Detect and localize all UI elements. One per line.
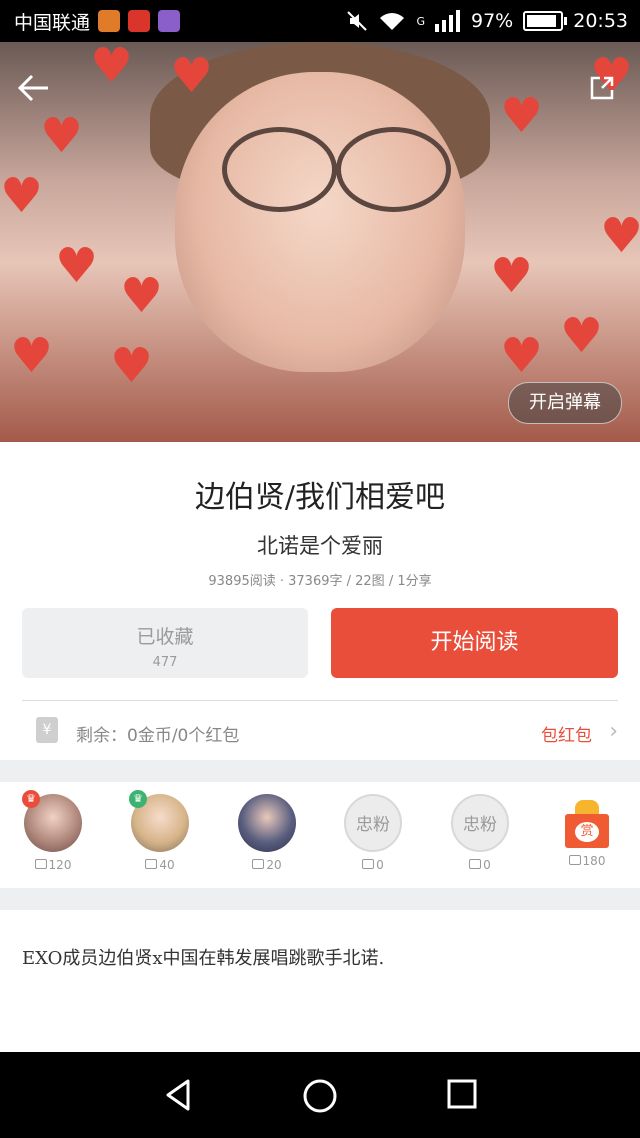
crown-icon: ♛	[22, 790, 40, 808]
collect-label: 已收藏	[136, 626, 194, 648]
section-gap	[0, 888, 640, 910]
reward-item[interactable]: 赏 180	[556, 794, 618, 868]
fans-row: ♛ 120 ♛ 40 20 忠粉 0 忠粉 0 赏 180	[0, 782, 640, 888]
mute-icon	[347, 11, 368, 31]
collect-button[interactable]: 已收藏 477	[22, 608, 308, 678]
coin-icon	[469, 859, 482, 869]
article-description: EXO成员边伯贤x中国在韩发展唱跳歌手北诺.	[22, 948, 385, 969]
fan-item[interactable]: 忠粉 0	[449, 794, 511, 872]
fan-item[interactable]: ♛ 120	[22, 790, 84, 872]
empty-fan-slot[interactable]: 忠粉	[451, 794, 509, 852]
section-gap	[0, 760, 640, 782]
system-navigation-bar	[0, 1052, 640, 1138]
wifi-icon	[380, 13, 405, 30]
home-circle-icon[interactable]	[302, 1078, 338, 1114]
avatar[interactable]: ♛	[129, 790, 189, 852]
wallet-icon: ¥	[36, 717, 58, 743]
coin-icon	[34, 859, 47, 869]
balance-row: ¥ 剩余：0金币/0个红包 包红包 ›	[0, 705, 640, 760]
reward-label: 赏	[575, 822, 599, 842]
back-triangle-icon[interactable]	[162, 1078, 194, 1112]
app-icon	[158, 10, 181, 32]
network-type: G	[416, 14, 425, 28]
start-reading-button[interactable]: 开始阅读	[331, 608, 618, 678]
clock: 20:53	[573, 10, 628, 32]
fan-coins: 20	[266, 858, 282, 872]
balance-text: 剩余：0金币/0个红包	[76, 726, 240, 746]
status-bar: 中国联通 G 97% 20:53	[0, 0, 640, 42]
avatar[interactable]	[238, 794, 296, 852]
fan-coins: 120	[48, 858, 72, 872]
collect-count: 477	[152, 655, 178, 670]
cover-image: ♥ ♥ ♥ ♥ ♥ ♥ ♥ ♥ ♥ ♥ ♥ ♥ ♥ ♥ 开启弹幕	[0, 42, 640, 442]
fan-coins: 180	[582, 854, 606, 868]
mail-app-icon	[98, 10, 121, 32]
fan-item[interactable]: ♛ 40	[129, 790, 191, 872]
carrier-label: 中国联通	[14, 11, 91, 34]
divider	[22, 700, 618, 701]
author-name[interactable]: 北诺是个爱丽	[0, 530, 640, 560]
coin-icon	[145, 859, 158, 869]
fan-coins: 40	[159, 858, 175, 872]
weibo-app-icon	[128, 10, 151, 32]
back-arrow-icon[interactable]	[14, 68, 54, 108]
article-meta: 93895阅读 · 37369字 / 22图 / 1分享	[208, 574, 432, 589]
signal-icon	[435, 10, 460, 32]
coin-icon	[362, 859, 375, 869]
fan-coins: 0	[483, 858, 491, 872]
crown-icon: ♛	[129, 790, 147, 808]
share-icon[interactable]	[588, 74, 616, 102]
gift-icon[interactable]: 赏	[561, 798, 613, 850]
battery-icon	[523, 11, 568, 31]
fan-item[interactable]: 忠粉 0	[342, 794, 404, 872]
send-hongbao-link[interactable]: 包红包	[541, 721, 592, 746]
battery-percent: 97%	[471, 10, 514, 32]
danmu-toggle-button[interactable]: 开启弹幕	[508, 382, 622, 424]
coin-icon	[252, 859, 265, 869]
recents-square-icon[interactable]	[446, 1078, 478, 1110]
article-title: 边伯贤/我们相爱吧	[194, 480, 446, 515]
avatar[interactable]: ♛	[22, 790, 82, 852]
empty-fan-slot[interactable]: 忠粉	[344, 794, 402, 852]
fan-item[interactable]: 20	[236, 794, 298, 872]
chevron-right-icon[interactable]: ›	[609, 719, 618, 744]
fan-coins: 0	[376, 858, 384, 872]
coin-icon	[568, 855, 581, 865]
